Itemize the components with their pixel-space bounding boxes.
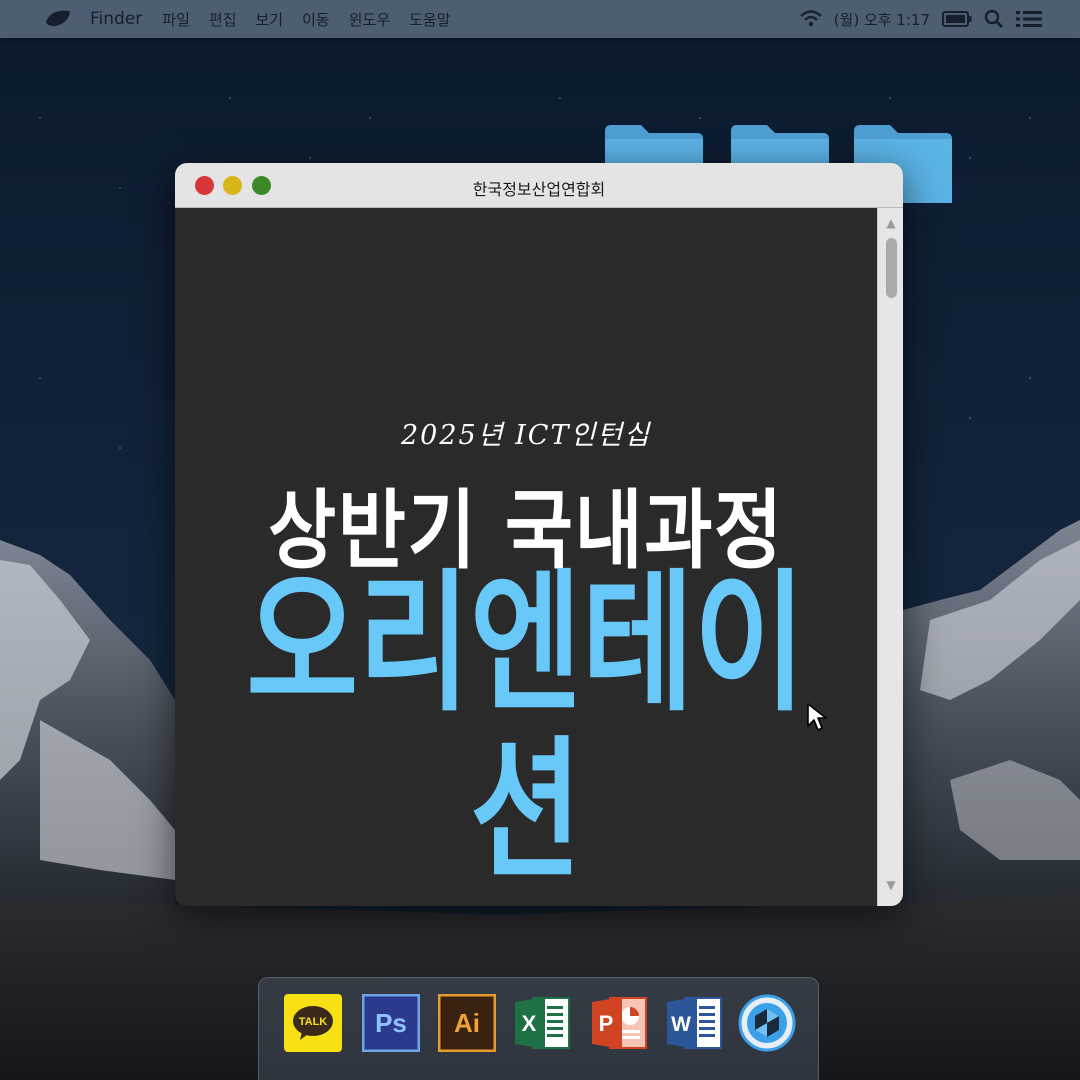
window-content: 2025년 ICT인턴십 상반기 국내과정 오리엔테이션	[175, 208, 877, 906]
menu-file[interactable]: 파일	[162, 9, 190, 30]
kakaotalk-label: TALK	[299, 1016, 328, 1028]
powerpoint-label: P	[599, 1011, 614, 1036]
window-title: 한국정보산업연합회	[472, 180, 606, 199]
apple-icon[interactable]	[44, 9, 72, 29]
list-icon[interactable]	[1016, 10, 1042, 28]
window-titlebar[interactable]: 한국정보산업연합회	[175, 163, 903, 208]
menu-bar: Finder 파일 편집 보기 이동 윈도우 도움말 (월) 오후 1:17	[0, 0, 1080, 38]
menu-window[interactable]: 윈도우	[349, 9, 390, 30]
keynote-icon[interactable]	[738, 994, 796, 1052]
battery-icon[interactable]	[942, 11, 972, 27]
scroll-down-arrow-icon[interactable]: ▼	[878, 878, 903, 892]
finder-window: 한국정보산업연합회 2025년 ICT인턴십 상반기 국내과정 오리엔테이션 ▲…	[175, 163, 903, 906]
menu-edit[interactable]: 편집	[209, 9, 237, 30]
powerpoint-icon[interactable]: P	[590, 994, 648, 1052]
status-area: (월) 오후 1:17	[788, 9, 1042, 30]
orientation-title: 오리엔테이션	[246, 555, 806, 900]
menu-view[interactable]: 보기	[256, 9, 284, 30]
program-subtitle: 2025년 ICT인턴십	[401, 420, 651, 451]
menu-clock[interactable]: (월) 오후 1:17	[834, 9, 930, 30]
excel-label: X	[522, 1011, 537, 1036]
wifi-icon[interactable]	[799, 10, 822, 28]
search-icon[interactable]	[984, 9, 1004, 29]
photoshop-icon[interactable]: Ps	[362, 994, 420, 1052]
illustrator-icon[interactable]: Ai	[438, 994, 496, 1052]
illustrator-label: Ai	[454, 1008, 480, 1038]
menu-app-finder[interactable]: Finder	[90, 9, 142, 29]
scroll-thumb[interactable]	[886, 238, 897, 298]
excel-icon[interactable]: X	[513, 994, 571, 1052]
word-icon[interactable]: W	[665, 994, 723, 1052]
kakaotalk-icon[interactable]: TALK	[284, 994, 342, 1052]
menu-go[interactable]: 이동	[302, 9, 330, 30]
word-label: W	[671, 1013, 691, 1036]
scroll-up-arrow-icon[interactable]: ▲	[878, 216, 903, 230]
mouse-cursor-icon	[807, 703, 827, 731]
photoshop-label: Ps	[375, 1008, 407, 1038]
vertical-scrollbar[interactable]: ▲ ▼	[877, 208, 903, 906]
dock: TALK Ps Ai X P W	[258, 977, 819, 1080]
menu-help[interactable]: 도움말	[409, 9, 450, 30]
